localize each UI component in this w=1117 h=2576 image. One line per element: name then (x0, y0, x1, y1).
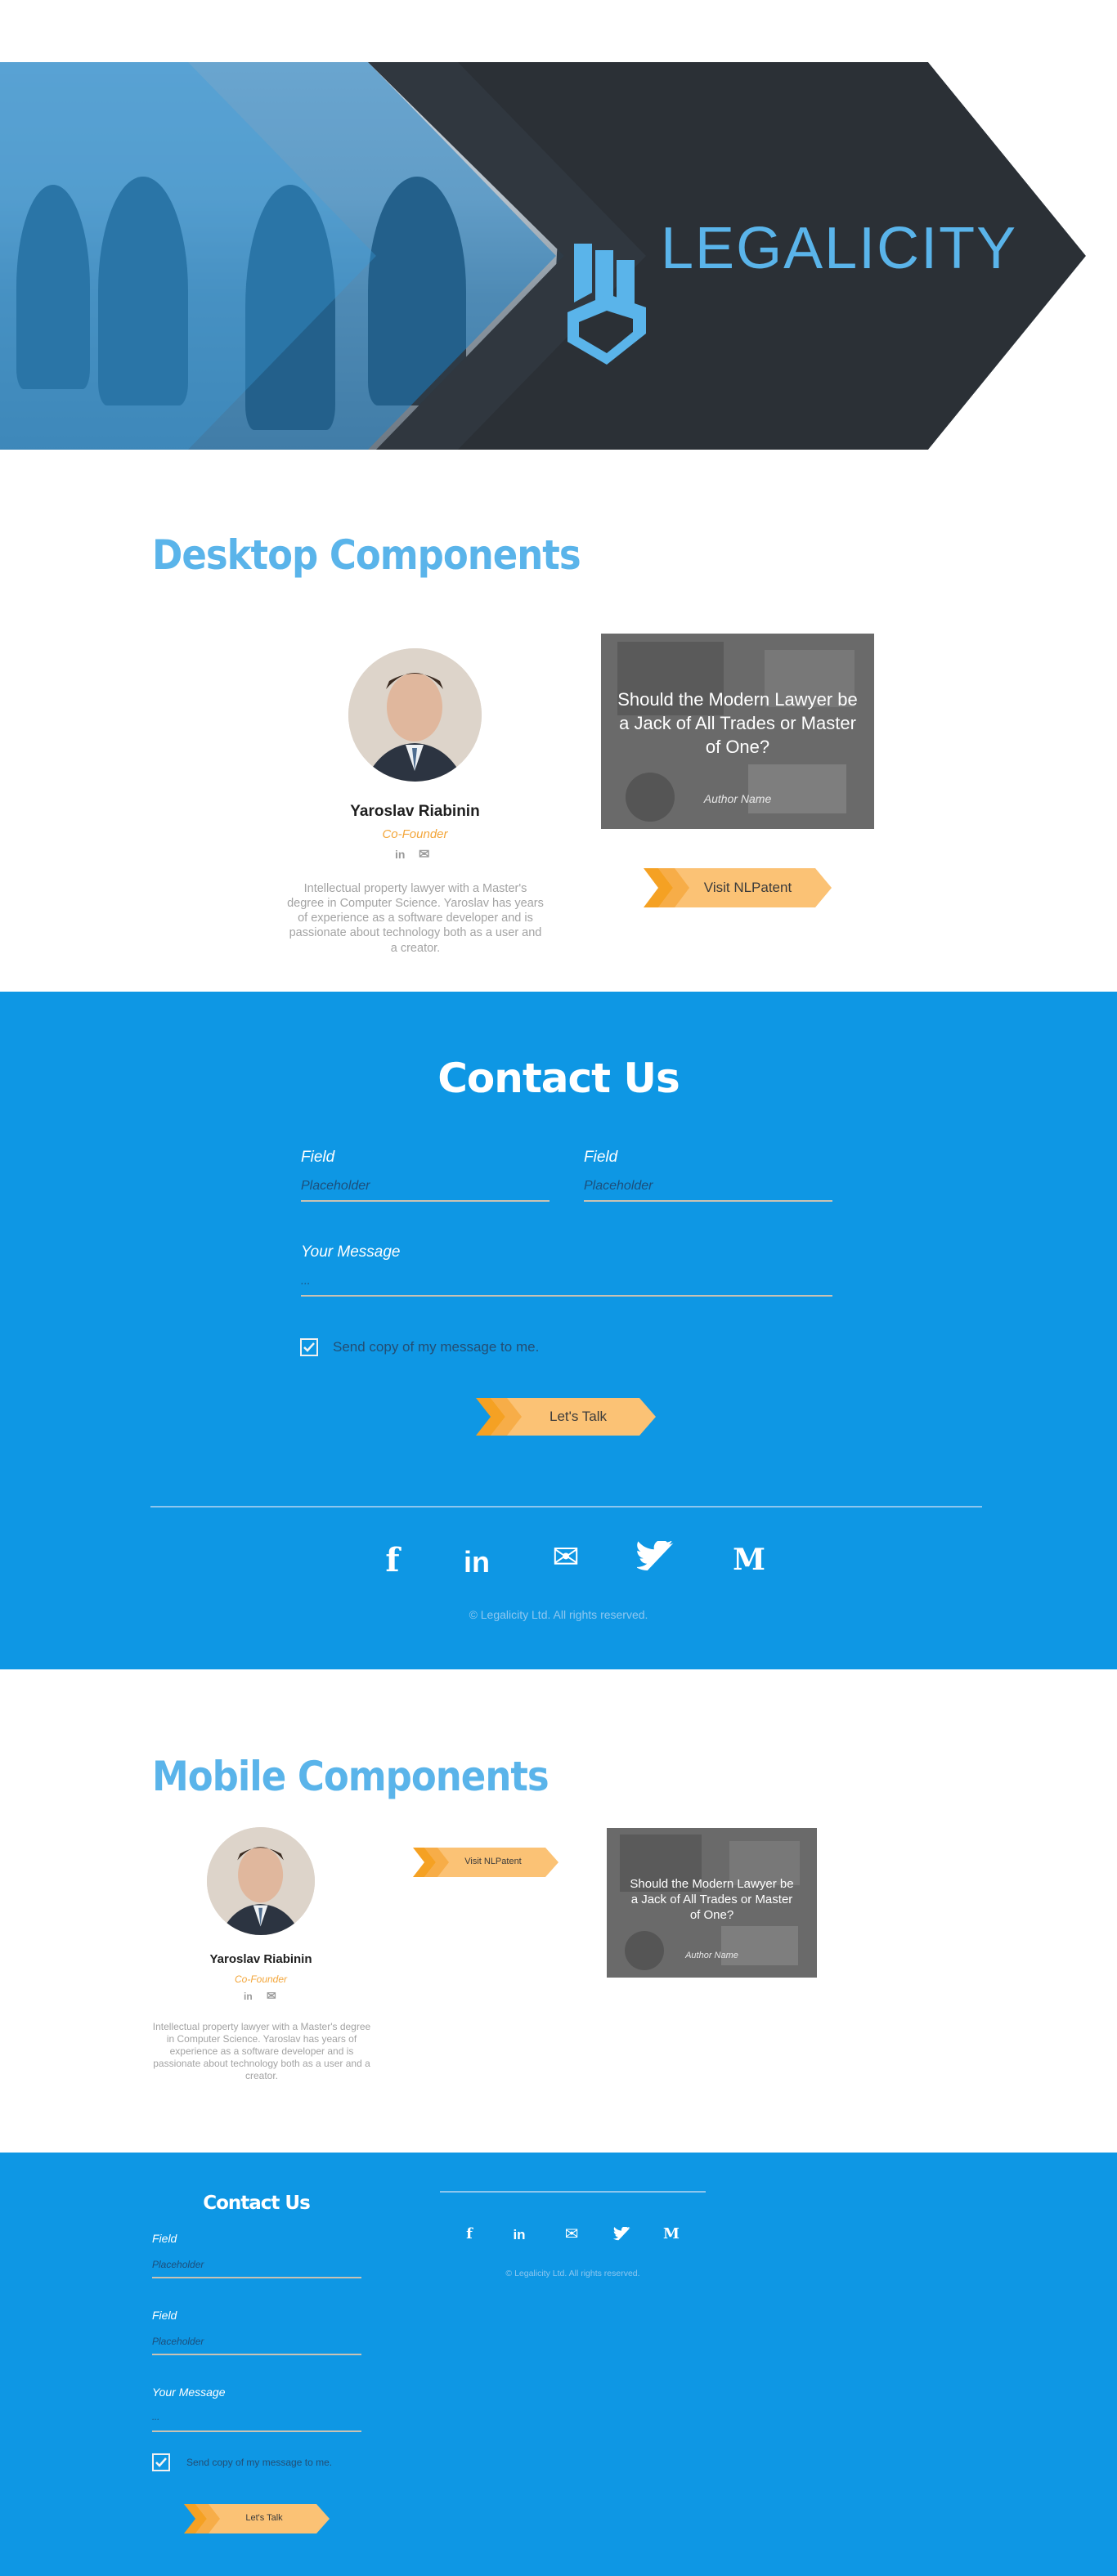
contact-section-mobile (0, 2153, 1117, 2576)
linkedin-icon[interactable]: in (509, 2227, 530, 2243)
message-input[interactable]: ... (301, 1274, 311, 1287)
message-underline (152, 2430, 361, 2432)
footer-divider (440, 2191, 706, 2193)
checkmark-icon (303, 1342, 315, 1352)
email-icon[interactable]: ✉ (561, 2224, 582, 2243)
article-title: Should the Modern Lawyer be a Jack of Al… (630, 1877, 794, 1922)
twitter-bird-shape (635, 1539, 674, 1570)
lets-talk-label: Let's Talk (245, 2513, 283, 2523)
field-label: Field (152, 2309, 177, 2322)
checkbox-label: Send copy of my message to me. (333, 1339, 540, 1355)
field-label: Field (301, 1149, 335, 1166)
field-underline (152, 2354, 361, 2355)
message-underline (301, 1295, 832, 1297)
field-underline (584, 1200, 832, 1202)
linkedin-icon[interactable]: in (395, 848, 405, 861)
field-label: Field (584, 1149, 618, 1166)
twitter-icon[interactable] (612, 2226, 633, 2243)
avatar (348, 648, 482, 782)
linkedin-icon[interactable]: in (458, 1545, 496, 1579)
avatar (207, 1827, 315, 1935)
lets-talk-button[interactable]: Let's Talk (184, 2504, 330, 2533)
article-author: Author Name (703, 792, 772, 805)
section-title: Mobile Components (152, 1753, 550, 1800)
medium-icon[interactable]: M (661, 2225, 682, 2242)
article-card[interactable]: Should the Modern Lawyer be a Jack of Al… (601, 634, 874, 829)
lets-talk-label: Let's Talk (549, 1409, 608, 1424)
field-underline (301, 1200, 550, 1202)
contact-title: Contact Us (437, 1055, 680, 1102)
checkmark-icon (155, 2457, 167, 2467)
linkedin-icon[interactable]: in (244, 1991, 253, 2002)
profile-role: Co-Founder (234, 1973, 288, 1985)
legalicity-building-icon (567, 244, 646, 365)
lets-talk-button[interactable]: Let's Talk (476, 1398, 656, 1436)
message-input[interactable]: ... (152, 2412, 159, 2422)
visit-nlpatent-button[interactable]: Visit NLPatent (644, 868, 832, 907)
contact-title: Contact Us (203, 2193, 311, 2214)
copy-checkbox[interactable] (300, 1338, 318, 1356)
email-icon[interactable]: ✉ (267, 1989, 276, 2003)
message-label: Your Message (152, 2386, 226, 2399)
field-input[interactable]: Placeholder (301, 1179, 370, 1194)
profile-name: Yaroslav Riabinin (209, 1952, 312, 1966)
hero-banner: LEGALICITY (0, 62, 1117, 450)
copyright: © Legalicity Ltd. All rights reserved. (469, 1608, 648, 1621)
article-card[interactable]: Should the Modern Lawyer be a Jack of Al… (607, 1828, 817, 1978)
section-title: Desktop Components (152, 531, 581, 579)
facebook-icon[interactable]: f (378, 1541, 407, 1579)
profile-bio: Intellectual property lawyer with a Mast… (287, 882, 544, 955)
field-label: Field (152, 2232, 177, 2245)
profile-role: Co-Founder (382, 827, 448, 841)
field-underline (152, 2277, 361, 2278)
article-author: Author Name (685, 1951, 738, 1960)
footer-divider (150, 1506, 982, 1508)
field-input[interactable]: Placeholder (152, 2259, 204, 2270)
copyright: © Legalicity Ltd. All rights reserved. (505, 2269, 640, 2278)
message-label: Your Message (301, 1243, 401, 1261)
twitter-bird-shape (612, 2226, 630, 2241)
field-input[interactable]: Placeholder (152, 2336, 204, 2347)
checkbox-label: Send copy of my message to me. (186, 2457, 333, 2468)
profile-bio: Intellectual property lawyer with a Mast… (152, 2021, 371, 2081)
facebook-icon[interactable]: f (463, 2225, 476, 2242)
email-icon[interactable]: ✉ (547, 1539, 585, 1576)
copy-checkbox[interactable] (152, 2453, 170, 2471)
visit-nlpatent-button[interactable]: Visit NLPatent (413, 1848, 558, 1877)
visit-nlpatent-label: Visit NLPatent (703, 880, 792, 895)
visit-nlpatent-label: Visit NLPatent (464, 1857, 522, 1866)
twitter-icon[interactable] (635, 1539, 675, 1577)
medium-icon[interactable]: M (730, 1543, 768, 1577)
profile-name: Yaroslav Riabinin (350, 803, 480, 820)
logo-wordmark: LEGALICITY (661, 216, 1018, 281)
field-input[interactable]: Placeholder (584, 1179, 653, 1194)
article-title: Should the Modern Lawyer be a Jack of Al… (617, 689, 858, 758)
email-icon[interactable]: ✉ (419, 846, 429, 862)
